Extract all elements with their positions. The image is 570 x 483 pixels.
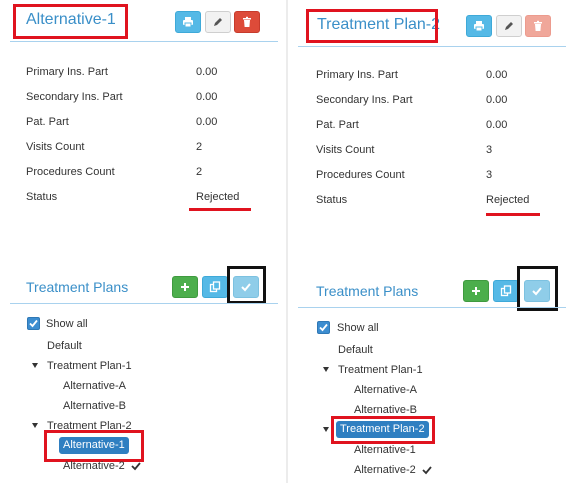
annotation-underline: [486, 213, 540, 216]
edit-button[interactable]: [205, 11, 231, 33]
tree-item-alternative-1[interactable]: Alternative-1: [354, 444, 416, 456]
row-label: Pat. Part: [316, 119, 359, 131]
right-detail-panel: Treatment Plan-2 Primary Ins. Part 0.00 …: [288, 0, 570, 483]
tree-item-alternative-a[interactable]: Alternative-A: [63, 380, 126, 392]
header-divider: [298, 46, 566, 47]
approved-check-icon: [131, 462, 141, 471]
add-plan-button[interactable]: [463, 280, 489, 302]
pencil-icon: [214, 18, 222, 26]
row-label: Status: [26, 191, 58, 203]
print-icon: [183, 17, 193, 28]
row-label: Procedures Count: [316, 169, 405, 181]
show-all-checkbox[interactable]: [27, 317, 40, 330]
row-value: 0.00: [196, 91, 218, 103]
section-divider: [10, 303, 278, 304]
row-label: Secondary Ins. Part: [316, 94, 413, 106]
tree-item-alternative-2[interactable]: Alternative-2: [354, 464, 416, 476]
row-value: 0.00: [486, 69, 508, 81]
show-all-checkbox[interactable]: [317, 321, 330, 334]
status-value: Rejected: [486, 194, 530, 206]
expand-icon[interactable]: [323, 367, 329, 372]
section-divider: [298, 307, 566, 308]
section-title: Treatment Plans: [316, 283, 419, 299]
approved-check-icon: [422, 466, 432, 475]
expand-icon[interactable]: [32, 423, 38, 428]
row-value: 2: [196, 166, 203, 178]
annotation-box: [517, 266, 558, 311]
header-divider: [10, 41, 278, 42]
status-value: Rejected: [196, 191, 240, 203]
row-label: Visits Count: [26, 141, 85, 153]
row-value: 0.00: [486, 119, 508, 131]
tree-item-alternative-2[interactable]: Alternative-2: [63, 460, 125, 472]
copy-plan-button[interactable]: [493, 280, 519, 302]
row-value: 0.00: [196, 116, 218, 128]
trash-icon: [534, 20, 542, 31]
delete-button[interactable]: [525, 15, 551, 37]
tree-item-default[interactable]: Default: [47, 340, 82, 352]
tree-item-default[interactable]: Default: [338, 344, 373, 356]
row-value: 0.00: [486, 94, 508, 106]
delete-button[interactable]: [234, 11, 260, 33]
annotation-box: [306, 9, 438, 43]
expand-icon[interactable]: [32, 363, 38, 368]
row-value: 0.00: [196, 66, 218, 78]
show-all-label: Show all: [46, 318, 88, 330]
add-plan-button[interactable]: [172, 276, 198, 298]
row-label: Procedures Count: [26, 166, 115, 178]
tree-item-alternative-b[interactable]: Alternative-B: [63, 400, 126, 412]
tree-item-alternative-a[interactable]: Alternative-A: [354, 384, 417, 396]
row-label: Visits Count: [316, 144, 375, 156]
plus-icon: [181, 283, 189, 291]
section-title: Treatment Plans: [26, 279, 129, 295]
left-detail-panel: Alternative-1 Primary Ins. Part 0.00 Sec…: [0, 0, 286, 483]
pencil-icon: [505, 22, 513, 30]
annotation-box: [227, 266, 266, 304]
plus-icon: [472, 287, 480, 295]
annotation-underline: [189, 208, 251, 211]
row-label: Pat. Part: [26, 116, 69, 128]
tree-item-plan-1[interactable]: Treatment Plan-1: [338, 364, 423, 376]
row-label: Primary Ins. Part: [26, 66, 108, 78]
check-icon: [319, 323, 328, 332]
copy-icon: [500, 285, 512, 297]
copy-icon: [209, 281, 221, 293]
row-value: 3: [486, 169, 493, 181]
row-value: 2: [196, 141, 203, 153]
annotation-box: [44, 430, 144, 462]
annotation-box: [13, 4, 128, 39]
row-label: Status: [316, 194, 348, 206]
expand-icon[interactable]: [323, 427, 329, 432]
print-icon: [474, 21, 484, 32]
copy-plan-button[interactable]: [202, 276, 228, 298]
row-label: Secondary Ins. Part: [26, 91, 123, 103]
tree-item-plan-1[interactable]: Treatment Plan-1: [47, 360, 132, 372]
annotation-box: [331, 416, 435, 444]
check-icon: [29, 319, 38, 328]
trash-icon: [243, 16, 251, 27]
print-button[interactable]: [466, 15, 492, 37]
row-value: 3: [486, 144, 493, 156]
row-label: Primary Ins. Part: [316, 69, 398, 81]
tree-item-alternative-b[interactable]: Alternative-B: [354, 404, 417, 416]
show-all-label: Show all: [337, 322, 379, 334]
print-button[interactable]: [175, 11, 201, 33]
edit-button[interactable]: [496, 15, 522, 37]
